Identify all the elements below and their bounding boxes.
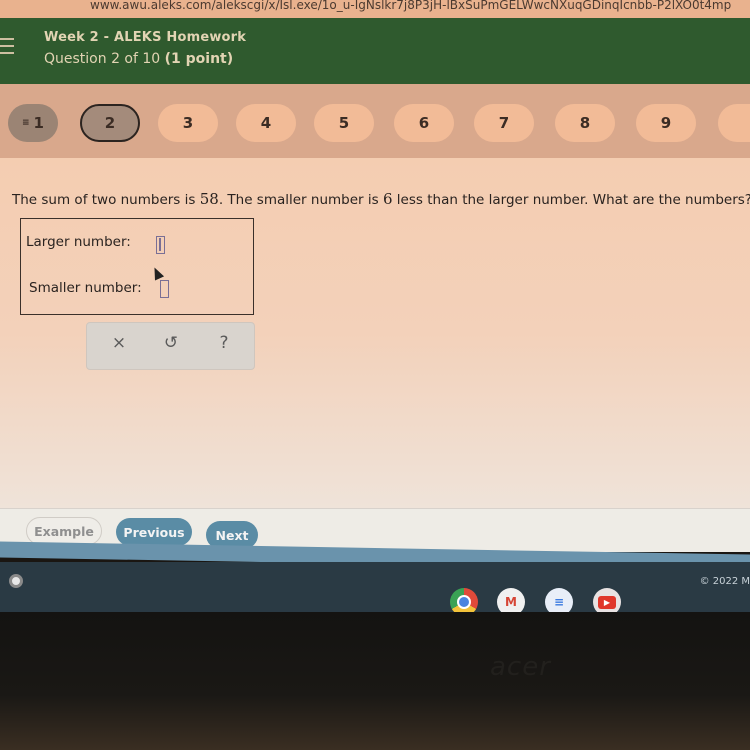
- question-text-part: . The smaller number is: [218, 192, 383, 208]
- question-nav-4[interactable]: 4: [236, 104, 296, 142]
- question-nav-label: 1: [33, 114, 44, 132]
- question-nav-9[interactable]: 9: [636, 104, 696, 142]
- question-text-part: less than the larger number. What are th…: [392, 192, 750, 208]
- question-nav-label: 3: [182, 114, 194, 132]
- copyright-text: © 2022 M: [699, 576, 750, 587]
- laptop-bezel: acer: [0, 612, 750, 750]
- example-button[interactable]: Example: [26, 517, 102, 545]
- answer-toolbar: × ↺ ?: [86, 322, 255, 370]
- question-nav-3[interactable]: 3: [158, 104, 218, 142]
- hamburger-menu-icon[interactable]: [0, 38, 14, 58]
- question-nav-label: 6: [418, 114, 430, 132]
- question-content: The sum of two numbers is 58. The smalle…: [0, 158, 750, 508]
- question-nav-label: 4: [260, 114, 272, 132]
- youtube-play-glyph: ▶: [598, 595, 616, 609]
- question-text: The sum of two numbers is 58. The smalle…: [12, 190, 750, 208]
- question-difference: 6: [382, 190, 393, 208]
- question-nav-label: 8: [579, 114, 591, 132]
- smaller-number-label: Smaller number:: [29, 280, 142, 296]
- launcher-icon[interactable]: [9, 574, 23, 588]
- question-nav-6[interactable]: 6: [394, 104, 454, 142]
- question-nav-label: 7: [498, 114, 510, 132]
- smaller-number-input[interactable]: [160, 280, 169, 298]
- help-icon[interactable]: ?: [212, 333, 236, 353]
- question-text-part: The sum of two numbers is: [12, 192, 200, 208]
- question-nav-2[interactable]: 2: [80, 104, 140, 142]
- screen: www.awu.aleks.com/alekscgi/x/Isl.exe/1o_…: [0, 0, 750, 750]
- question-nav-8[interactable]: 8: [555, 104, 615, 142]
- question-nav-7[interactable]: 7: [474, 104, 534, 142]
- question-sum: 58: [199, 190, 219, 208]
- question-nav-1[interactable]: ≡ 1: [8, 104, 58, 142]
- assignment-header: Week 2 - ALEKS Homework Question 2 of 10…: [0, 18, 750, 84]
- clear-icon[interactable]: ×: [107, 333, 131, 353]
- undo-icon[interactable]: ↺: [159, 333, 183, 353]
- flag-icon: ≡: [22, 118, 30, 128]
- larger-number-label: Larger number:: [26, 234, 131, 250]
- address-bar[interactable]: www.awu.aleks.com/alekscgi/x/Isl.exe/1o_…: [0, 0, 750, 18]
- assignment-title: Week 2 - ALEKS Homework: [44, 30, 247, 45]
- os-shelf: © 2022 M M ≡ ▶: [0, 562, 750, 616]
- question-nav-label: 2: [104, 114, 116, 132]
- question-navigation: ≡ 1 2 3 4 5 6 7 8 9: [0, 84, 750, 158]
- question-counter-text: Question 2 of 10: [44, 51, 161, 67]
- previous-button[interactable]: Previous: [116, 518, 192, 546]
- question-nav-label: 5: [338, 114, 350, 132]
- question-nav-10[interactable]: [718, 104, 750, 142]
- question-nav-label: 9: [660, 114, 672, 132]
- answer-box: Larger number: Smaller number:: [20, 218, 254, 315]
- question-nav-5[interactable]: 5: [314, 104, 374, 142]
- question-counter: Question 2 of 10 (1 point): [44, 51, 233, 67]
- larger-number-input[interactable]: [156, 236, 165, 254]
- brand-logo: acer: [490, 652, 551, 682]
- question-points: (1 point): [164, 51, 234, 67]
